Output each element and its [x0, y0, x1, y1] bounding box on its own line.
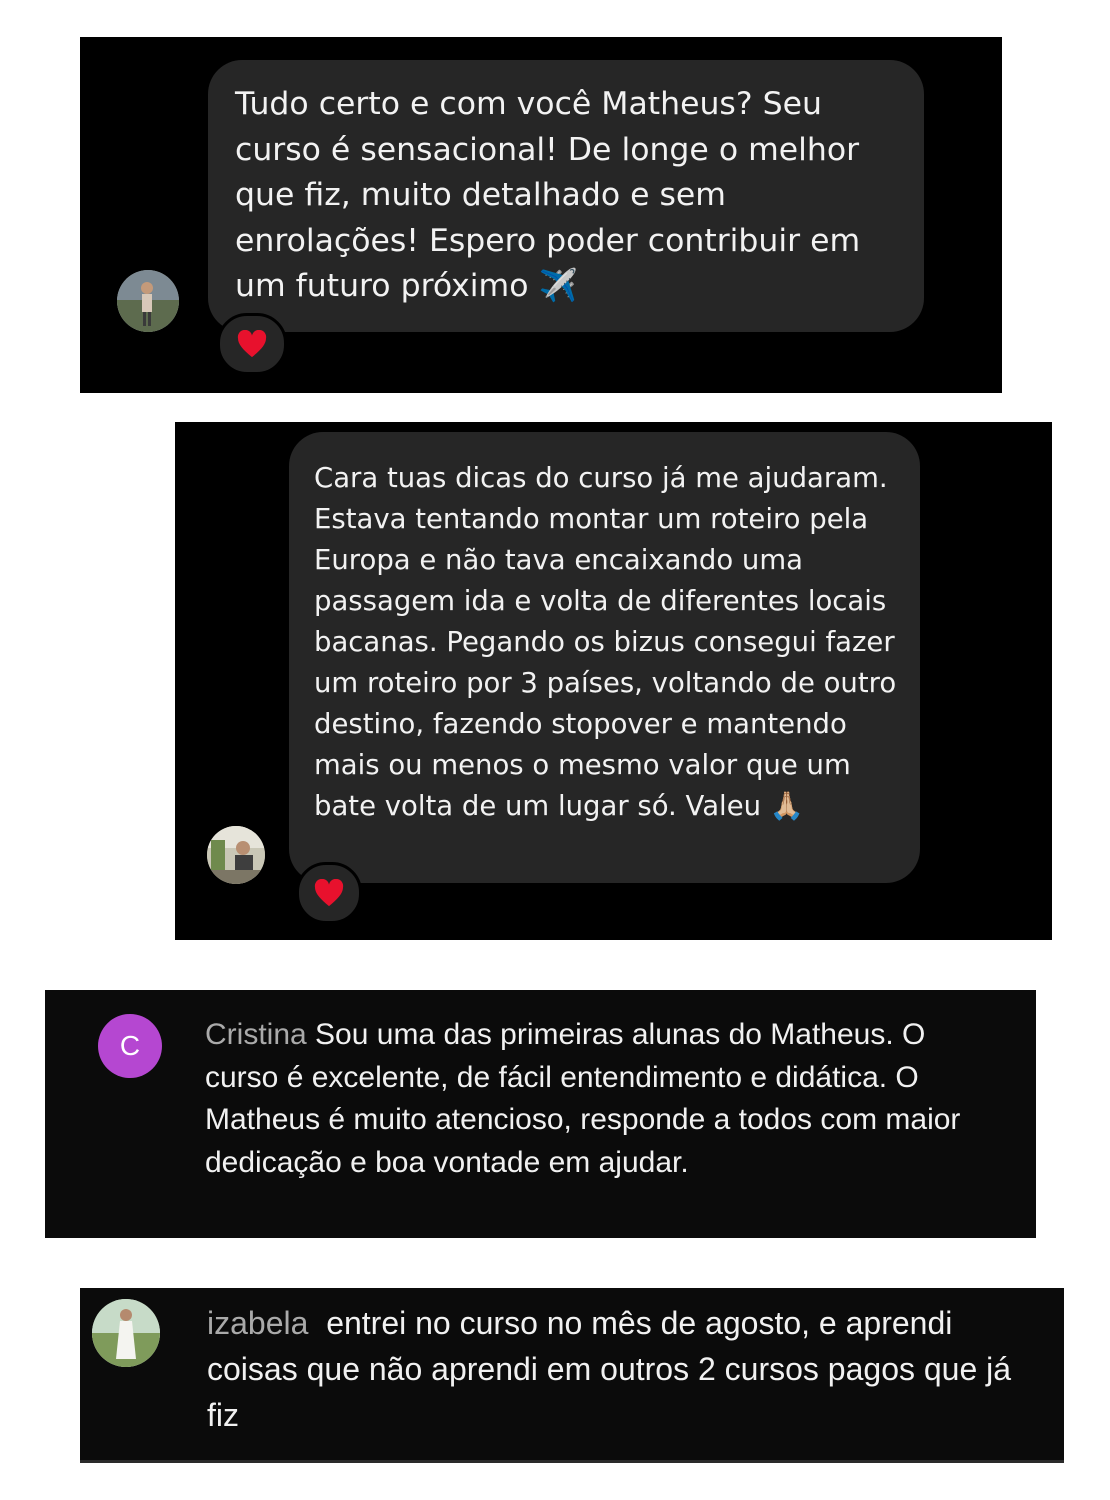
comment-screenshot-1: C Cristina Sou uma das primeiras alunas … [45, 990, 1036, 1238]
heart-reaction-icon[interactable] [217, 313, 287, 375]
comment-text: entrei no curso no mês de agosto, e apre… [207, 1305, 1012, 1433]
comment-screenshot-2: izabela entrei no curso no mês de agosto… [80, 1288, 1064, 1463]
commenter-avatar-initial[interactable]: C [98, 1014, 162, 1078]
user-avatar-1[interactable] [117, 270, 179, 332]
commenter-avatar-photo[interactable] [92, 1299, 160, 1367]
message-bubble-2: Cara tuas dicas do curso já me ajudaram.… [289, 432, 920, 883]
dm-screenshot-2: Cara tuas dicas do curso já me ajudaram.… [175, 422, 1052, 940]
heart-reaction-icon[interactable] [296, 862, 362, 924]
comment-author[interactable]: izabela [207, 1305, 308, 1341]
avatar-initial: C [119, 1030, 141, 1061]
message-text-2: Cara tuas dicas do curso já me ajudaram.… [314, 462, 897, 822]
user-avatar-2[interactable] [207, 826, 265, 884]
comment-body-1: Cristina Sou uma das primeiras alunas do… [205, 1014, 1005, 1184]
comment-text: Sou uma das primeiras alunas do Matheus.… [205, 1018, 961, 1179]
message-text-1: Tudo certo e com você Matheus? Seu curso… [235, 86, 861, 304]
comment-body-2: izabela entrei no curso no mês de agosto… [207, 1300, 1037, 1438]
dm-screenshot-1: Tudo certo e com você Matheus? Seu curso… [80, 37, 1002, 393]
comment-author[interactable]: Cristina [205, 1018, 307, 1051]
message-bubble-1: Tudo certo e com você Matheus? Seu curso… [208, 60, 924, 332]
